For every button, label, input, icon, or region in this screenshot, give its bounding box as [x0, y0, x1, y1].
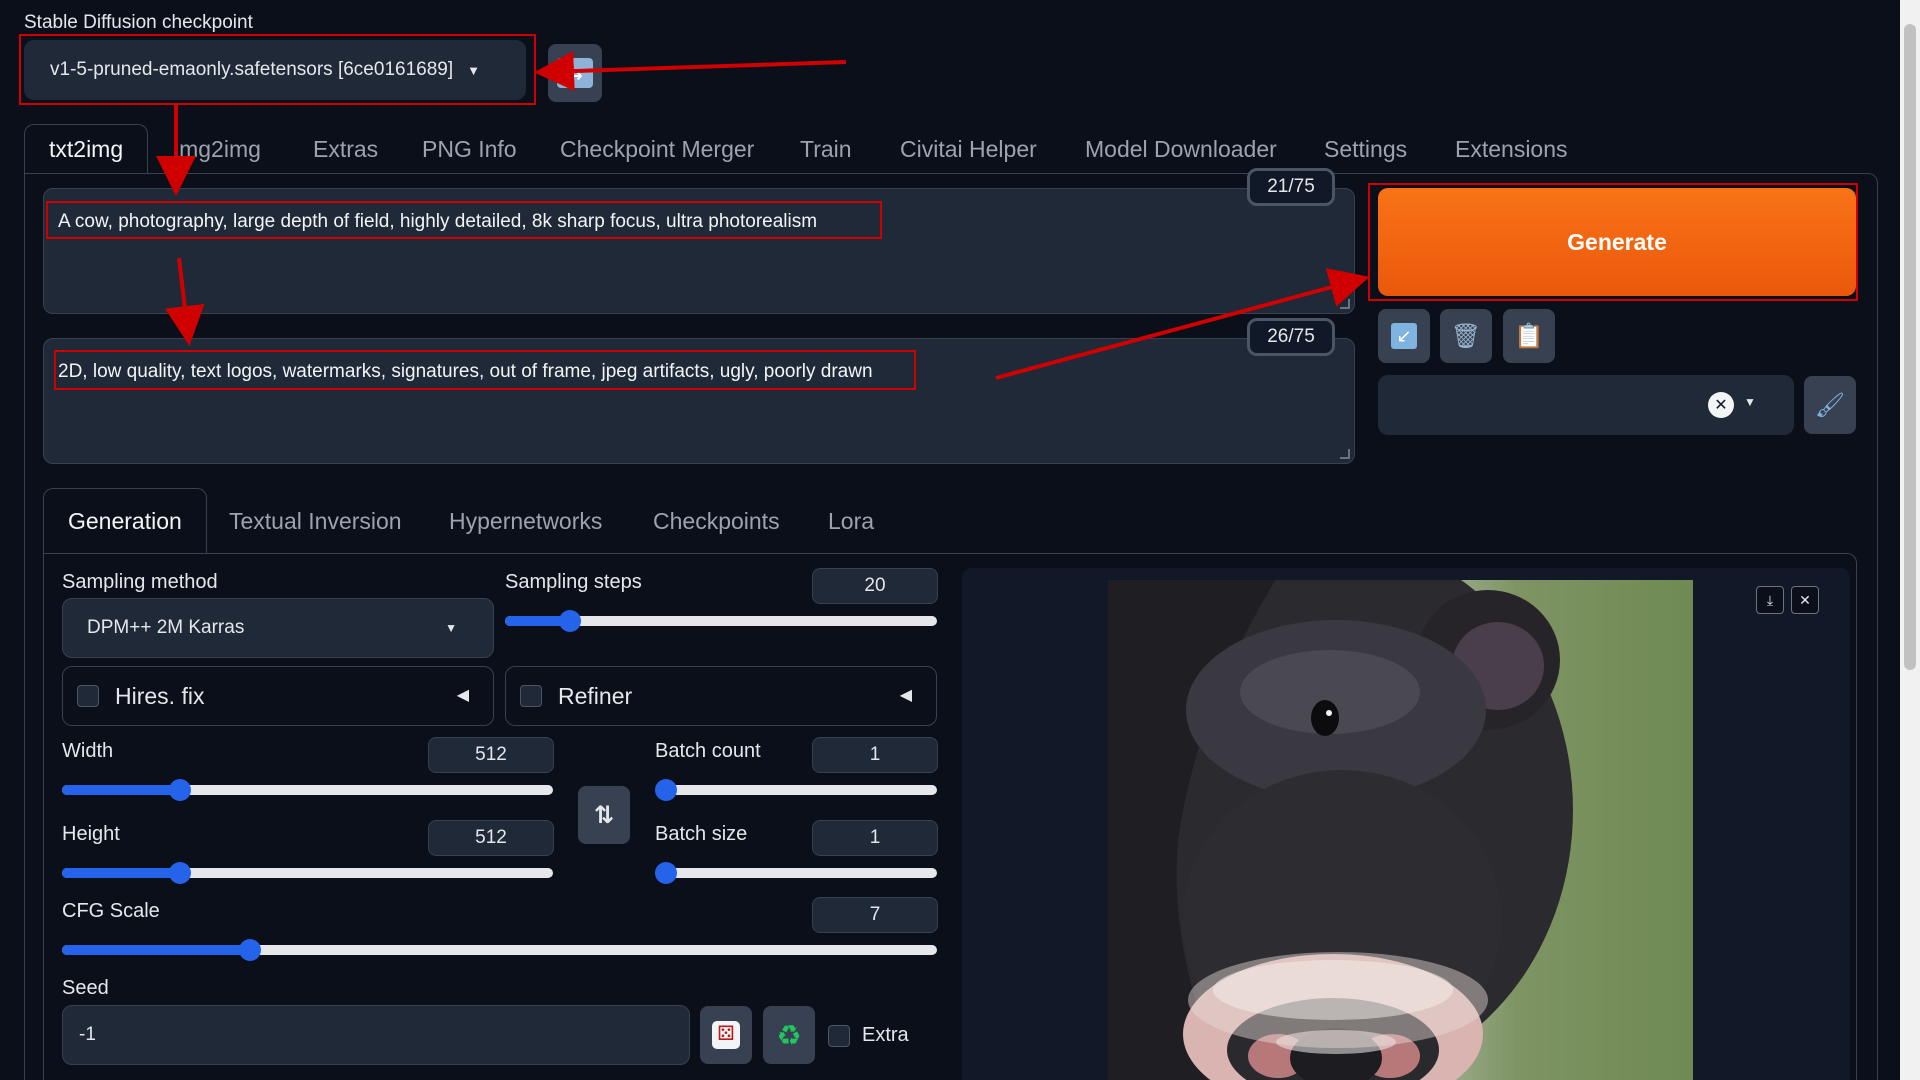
arrow-to-generate: [995, 268, 1370, 380]
arrow-to-refresh: [534, 51, 847, 92]
scrollbar-thumb[interactable]: [1904, 24, 1916, 670]
annotation-arrows: [156, 51, 1370, 380]
arrow-to-negative: [164, 257, 205, 346]
